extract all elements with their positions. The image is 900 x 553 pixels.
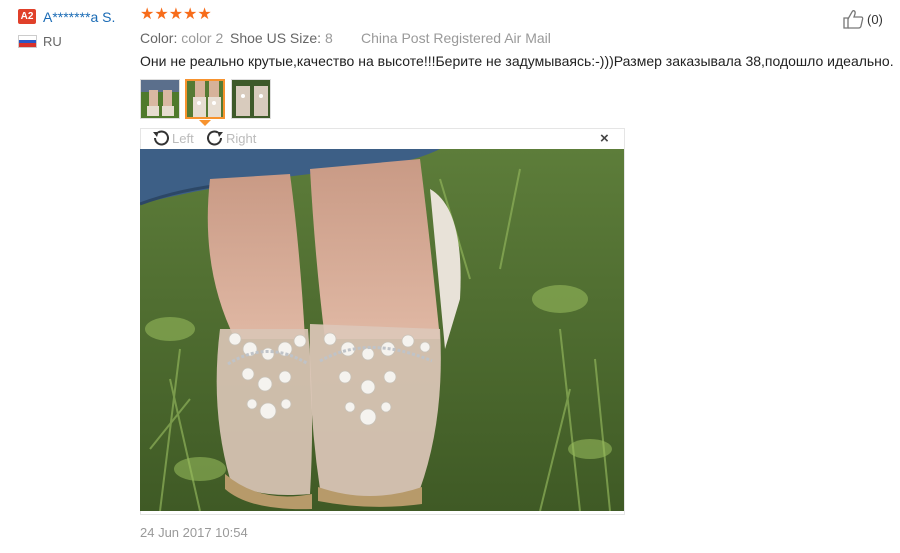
size-value: 8	[324, 30, 333, 46]
thumbnail-1-image	[141, 80, 179, 118]
color-value: color 2	[181, 30, 224, 46]
rotate-right-icon	[207, 130, 223, 146]
close-viewer-button[interactable]: ×	[600, 131, 609, 147]
reviewer-name[interactable]: A*******a S.	[43, 8, 115, 26]
thumbnail-1[interactable]	[140, 79, 180, 119]
helpful-button[interactable]: (0)	[843, 9, 883, 29]
buyer-level-badge: A2	[18, 9, 36, 24]
helpful-count: (0)	[867, 11, 883, 27]
star-rating: ★★★★★	[140, 6, 212, 23]
size-label: Shoe US Size:	[230, 30, 322, 46]
thumbnail-2-image	[187, 81, 223, 117]
shipping-method-text: China Post Registered Air Mail	[361, 30, 551, 46]
thumbnail-2[interactable]	[185, 79, 225, 119]
reviewer-country: RU	[43, 34, 62, 49]
size-info: Shoe US Size: 8	[230, 30, 333, 47]
shipping-method: China Post Registered Air Mail	[361, 30, 551, 47]
active-thumbnail-pointer	[199, 120, 211, 126]
review-text: Они не реально крутые,качество на высоте…	[140, 53, 894, 69]
rotate-left-icon	[153, 130, 169, 146]
review-photo-image	[140, 149, 624, 511]
thumbnail-3[interactable]	[231, 79, 271, 119]
color-info: Color: color 2	[140, 30, 223, 47]
thumbnail-3-image	[232, 80, 270, 118]
thumbs-up-icon	[843, 10, 864, 29]
rotate-right-button[interactable]: Right	[204, 129, 256, 147]
review-date: 24 Jun 2017 10:54	[140, 525, 248, 540]
russia-flag-icon	[18, 35, 37, 48]
rotate-left-button[interactable]: Left	[150, 129, 194, 147]
rotate-left-label: Left	[172, 130, 194, 146]
color-label: Color:	[140, 30, 178, 46]
rotate-right-label: Right	[226, 130, 257, 146]
review-photo	[140, 149, 624, 511]
